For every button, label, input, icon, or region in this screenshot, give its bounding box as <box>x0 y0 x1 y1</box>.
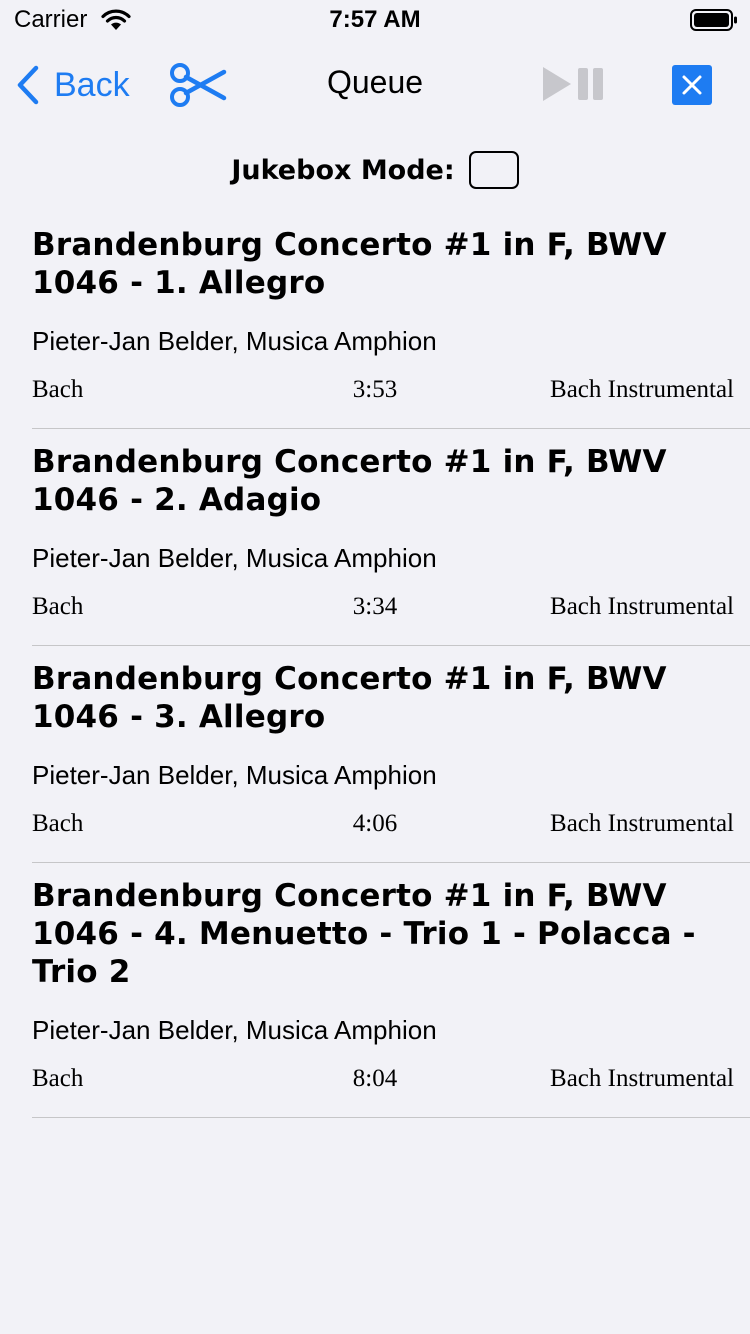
queue-list: Brandenburg Concerto #1 in F, BWV 1046 -… <box>0 212 750 1118</box>
track-artist: Pieter-Jan Belder, Musica Amphion <box>32 1015 437 1045</box>
track-title: Brandenburg Concerto #1 in F, BWV 1046 -… <box>32 661 667 735</box>
close-icon <box>682 75 702 95</box>
track-meta: Bach 3:53 Bach Instrumental <box>32 376 750 412</box>
track-meta: Bach 8:04 Bach Instrumental <box>32 1065 750 1101</box>
track-genre: Bach Instrumental <box>550 1065 734 1092</box>
track-artist: Pieter-Jan Belder, Musica Amphion <box>32 760 437 790</box>
play-pause-button[interactable] <box>540 66 606 107</box>
page-title: Queue <box>326 64 424 100</box>
queue-item[interactable]: Brandenburg Concerto #1 in F, BWV 1046 -… <box>32 212 750 429</box>
track-meta: Bach 4:06 Bach Instrumental <box>32 810 750 846</box>
close-button[interactable] <box>672 65 712 105</box>
jukebox-mode-label: Jukebox Mode: <box>231 154 455 186</box>
track-meta: Bach 3:34 Bach Instrumental <box>32 593 750 629</box>
track-title: Brandenburg Concerto #1 in F, BWV 1046 -… <box>32 444 667 518</box>
track-genre: Bach Instrumental <box>550 376 734 403</box>
track-title: Brandenburg Concerto #1 in F, BWV 1046 -… <box>32 878 696 990</box>
track-genre: Bach Instrumental <box>550 810 734 837</box>
track-title: Brandenburg Concerto #1 in F, BWV 1046 -… <box>32 227 667 301</box>
play-pause-icon <box>543 67 603 101</box>
track-artist: Pieter-Jan Belder, Musica Amphion <box>32 543 437 573</box>
battery-icon <box>690 8 738 39</box>
status-bar: Carrier 7:57 AM <box>0 0 750 40</box>
clock: 7:57 AM <box>329 6 421 33</box>
navigation-bar: Back Queue <box>0 50 750 120</box>
jukebox-mode-row: Jukebox Mode: <box>0 148 750 192</box>
track-artist: Pieter-Jan Belder, Musica Amphion <box>32 326 437 356</box>
jukebox-mode-checkbox[interactable] <box>468 151 519 189</box>
queue-item[interactable]: Brandenburg Concerto #1 in F, BWV 1046 -… <box>32 646 750 863</box>
queue-item[interactable]: Brandenburg Concerto #1 in F, BWV 1046 -… <box>32 429 750 646</box>
queue-item[interactable]: Brandenburg Concerto #1 in F, BWV 1046 -… <box>32 863 750 1118</box>
track-genre: Bach Instrumental <box>550 593 734 620</box>
